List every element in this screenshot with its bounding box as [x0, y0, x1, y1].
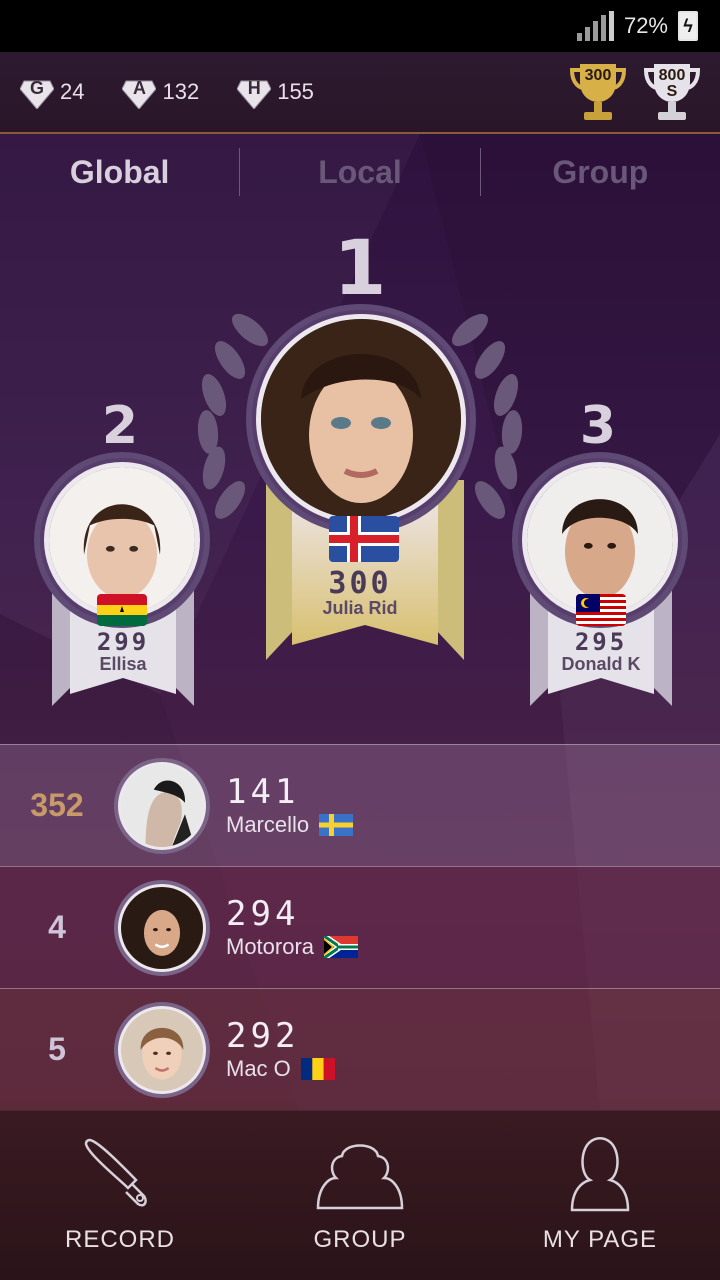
nav-group-button[interactable]: GROUP: [240, 1111, 480, 1280]
flag-ghana-icon: [97, 594, 147, 626]
table-row[interactable]: 5 292 Mac O: [0, 988, 720, 1110]
currency-a[interactable]: A 132: [121, 75, 200, 110]
third-score: 295: [574, 628, 628, 656]
row-rank: 352: [30, 787, 84, 823]
nav-my-page-label: MY PAGE: [542, 1226, 658, 1253]
battery-percent: 72%: [623, 13, 668, 38]
second-rank-number: 2: [101, 396, 139, 456]
table-row-current-user[interactable]: 352 141 Marcello: [0, 744, 720, 866]
flag-romania-icon: [300, 1057, 335, 1080]
silver-trophy-icon[interactable]: 800 S: [643, 62, 701, 122]
avatar: [114, 1001, 210, 1098]
row-rank: 5: [48, 1031, 66, 1067]
flag-south-africa-icon: [324, 935, 359, 958]
person-icon: [570, 1137, 630, 1212]
first-score: 300: [328, 566, 392, 601]
currency-a-value: 132: [162, 79, 200, 104]
currency-bar: G 24 A 132 H 155 300 800 S: [0, 52, 720, 134]
gold-trophy-icon[interactable]: 300: [569, 62, 627, 122]
flag-sweden-icon: [319, 813, 354, 836]
first-name: Julia Rid: [322, 598, 398, 618]
third-name: Donald K: [561, 654, 641, 674]
bottom-navigation: RECORD GROUP MY PAGE: [0, 1110, 720, 1280]
battery-charging-icon: ϟ: [678, 11, 698, 41]
gem-g-icon: G: [19, 75, 55, 110]
table-row[interactable]: 4 294 Motorora: [0, 866, 720, 988]
flag-malaysia-icon: [576, 594, 626, 626]
signal-icon: [576, 11, 614, 41]
nav-record-button[interactable]: RECORD: [0, 1111, 240, 1280]
currency-h[interactable]: H 155: [236, 75, 314, 110]
nav-my-page-button[interactable]: MY PAGE: [480, 1111, 720, 1280]
second-score: 299: [96, 628, 150, 656]
row-score: 141: [226, 771, 300, 812]
row-score: 292: [226, 1015, 300, 1056]
row-name: Mac O: [226, 1055, 291, 1081]
flag-iceland-icon: [329, 516, 399, 562]
tab-group[interactable]: Group: [481, 154, 720, 191]
row-name: Motorora: [226, 933, 315, 959]
nav-record-label: RECORD: [64, 1226, 175, 1253]
avatar: [114, 879, 210, 976]
nav-group-label: GROUP: [313, 1226, 407, 1253]
tab-global[interactable]: Global: [0, 154, 239, 191]
row-name: Marcello: [226, 811, 310, 837]
gem-h-icon: H: [236, 75, 272, 110]
scope-tabs: Global Local Group: [0, 136, 720, 208]
row-rank: 4: [48, 909, 66, 945]
second-name: Ellisa: [99, 654, 147, 674]
group-icon: [316, 1144, 404, 1210]
first-avatar[interactable]: [256, 314, 466, 524]
row-score: 294: [226, 893, 300, 934]
ranking-list: 352 141 Marcello 4 294 Motorora 5 292 Ma…: [0, 744, 720, 1110]
leaderboard-screen: 72% ϟ G 24 A 132 H 155 300 800 S Global …: [0, 0, 720, 1280]
currency-g-value: 24: [60, 79, 85, 104]
tab-local[interactable]: Local: [240, 154, 479, 191]
currency-g[interactable]: G 24: [19, 75, 85, 110]
currency-h-value: 155: [277, 79, 314, 104]
first-rank-number: 1: [333, 223, 387, 312]
avatar: [114, 757, 210, 854]
third-rank-number: 3: [579, 396, 617, 456]
gem-a-icon: A: [121, 75, 158, 110]
status-bar: 72% ϟ: [0, 0, 720, 52]
brush-icon: [84, 1138, 147, 1207]
